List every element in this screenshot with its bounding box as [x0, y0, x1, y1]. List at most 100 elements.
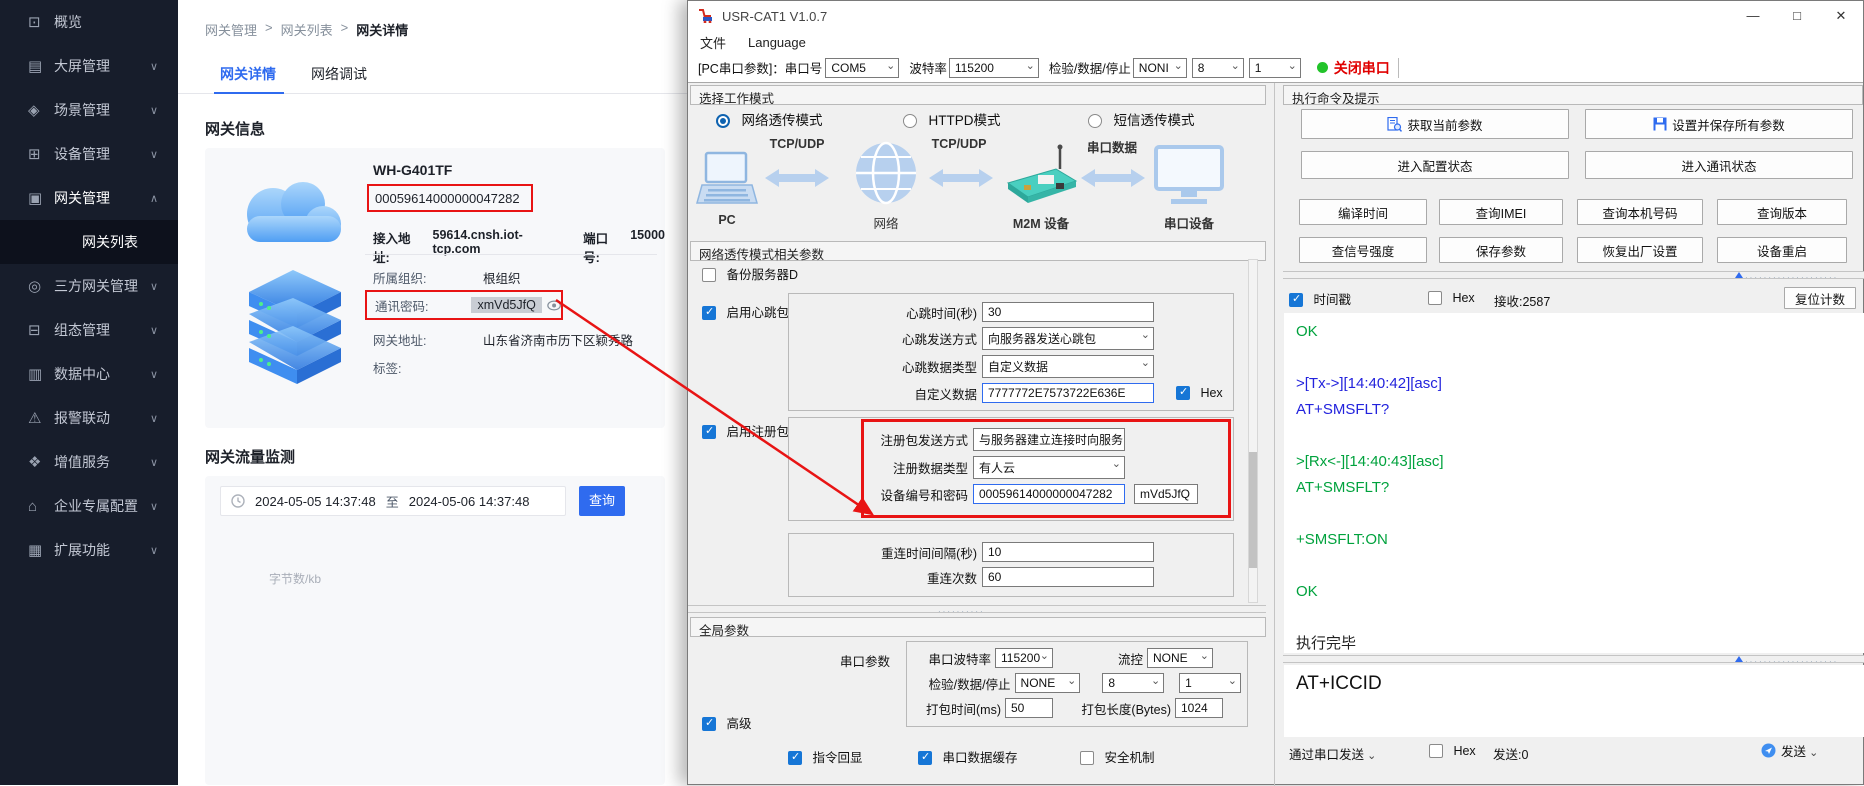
hb-hex-checkbox[interactable]: Hex [1176, 384, 1223, 402]
checkbox-icon[interactable] [1080, 751, 1094, 765]
checkbox-icon[interactable] [1428, 291, 1442, 305]
retry-count-input[interactable]: 60 [982, 567, 1154, 587]
splitter-arrow-icon[interactable] [1735, 656, 1743, 662]
sidebar-item-bigscreen[interactable]: ▤ 大屏管理 ∨ [0, 44, 178, 88]
g-flow-select[interactable]: NONE [1147, 648, 1213, 668]
checkbox-icon[interactable] [918, 751, 932, 765]
query-version-button[interactable]: 查询版本 [1717, 199, 1847, 225]
menu-file[interactable]: 文件 [700, 33, 726, 52]
breadcrumb-item[interactable]: 网关列表 [281, 20, 333, 39]
radio-httpd-mode[interactable]: HTTPD模式 [903, 109, 1000, 130]
stopbits-select[interactable]: 1 [1249, 58, 1301, 78]
checkbox-icon[interactable] [1429, 744, 1443, 758]
databits-select[interactable]: 8 [1192, 58, 1244, 78]
pack-len-input[interactable]: 1024 [1175, 698, 1223, 718]
hb-type-select[interactable]: 自定义数据 [982, 355, 1154, 378]
g-stopbits-select[interactable]: 1 [1179, 673, 1241, 693]
g-parity-select[interactable]: NONE [1015, 673, 1081, 693]
terminal-splitter[interactable]: ···················· [1283, 271, 1864, 279]
radio-sms-mode[interactable]: 短信透传模式 [1088, 109, 1194, 130]
sidebar-item-overview[interactable]: ⊡ 概览 [0, 0, 178, 44]
query-imei-button[interactable]: 查询IMEI [1439, 199, 1563, 225]
eye-icon[interactable] [547, 300, 561, 311]
sidebar-item-enterprise[interactable]: ⌂ 企业专属配置 ∨ [0, 484, 178, 528]
app-titlebar[interactable]: USR-CAT1 V1.0.7 — □ ✕ [688, 1, 1863, 31]
sidebar-item-device[interactable]: ⊞ 设备管理 ∨ [0, 132, 178, 176]
sidebar-item-gateway-list[interactable]: 网关列表 [0, 220, 178, 264]
tab-gateway-detail[interactable]: 网关详情 [220, 64, 276, 84]
terminal-log[interactable]: OK >[Tx->][14:40:42][asc] AT+SMSFLT? >[R… [1284, 313, 1864, 653]
hb-time-input[interactable]: 30 [982, 302, 1154, 322]
checkbox-icon[interactable] [1176, 386, 1190, 400]
params-scrollbar[interactable] [1248, 259, 1258, 603]
checkbox-icon[interactable] [702, 268, 716, 282]
get-params-button[interactable]: 获取当前参数 [1301, 109, 1569, 139]
sidebar-item-scene[interactable]: ◈ 场景管理 ∨ [0, 88, 178, 132]
breadcrumb-item[interactable]: 网关管理 [205, 20, 257, 39]
scrollbar-thumb[interactable] [1249, 452, 1257, 568]
serial-buffer-checkbox[interactable]: 串口数据缓存 [918, 747, 1017, 767]
advanced-checkbox[interactable]: 高级 [702, 713, 751, 733]
date-to[interactable]: 2024-05-06 14:37:48 [409, 494, 530, 509]
echo-checkbox[interactable]: 指令回显 [788, 747, 862, 767]
maximize-button[interactable]: □ [1775, 1, 1819, 31]
timestamp-checkbox[interactable]: 时间戳 [1289, 289, 1351, 309]
baud-select[interactable]: 115200 [949, 58, 1039, 78]
sidebar-item-gateway[interactable]: ▣ 网关管理 ∧ [0, 176, 178, 220]
close-button[interactable]: ✕ [1819, 1, 1863, 31]
reboot-button[interactable]: 设备重启 [1717, 237, 1847, 263]
radio-icon[interactable] [903, 114, 917, 128]
compile-time-button[interactable]: 编译时间 [1299, 199, 1427, 225]
enter-comm-button[interactable]: 进入通讯状态 [1585, 151, 1853, 179]
checkbox-icon[interactable] [702, 306, 716, 320]
g-databits-select[interactable]: 8 [1102, 673, 1164, 693]
date-range-picker[interactable]: 2024-05-05 14:37:48 至 2024-05-06 14:37:4… [220, 486, 566, 516]
reconnect-interval-input[interactable]: 10 [982, 542, 1154, 562]
sidebar-item-valueadded[interactable]: ❖ 增值服务 ∨ [0, 440, 178, 484]
send-via-dropdown[interactable]: 通过串口发送 [1289, 744, 1376, 763]
radio-icon[interactable] [716, 114, 730, 128]
checkbox-icon[interactable] [702, 425, 716, 439]
query-signal-button[interactable]: 查信号强度 [1299, 237, 1427, 263]
menu-language[interactable]: Language [748, 35, 806, 50]
hb-mode-select[interactable]: 向服务器发送心跳包 [982, 327, 1154, 350]
register-enable-checkbox[interactable]: 启用注册包 [702, 421, 789, 441]
radio-net-mode[interactable]: 网络透传模式 [716, 109, 822, 130]
sidebar-item-thirdparty-gateway[interactable]: ◎ 三方网关管理 ∨ [0, 264, 178, 308]
send-button[interactable]: 发送 [1761, 741, 1818, 760]
date-from[interactable]: 2024-05-05 14:37:48 [255, 494, 376, 509]
query-button[interactable]: 查询 [579, 486, 625, 516]
sidebar-item-datacenter[interactable]: ▥ 数据中心 ∨ [0, 352, 178, 396]
sidebar-item-alarm[interactable]: ⚠ 报警联动 ∨ [0, 396, 178, 440]
sidebar-item-extensions[interactable]: ▦ 扩展功能 ∨ [0, 528, 178, 572]
heartbeat-enable-checkbox[interactable]: 启用心跳包 [702, 302, 789, 322]
checkbox-icon[interactable] [702, 717, 716, 731]
radio-icon[interactable] [1088, 114, 1102, 128]
reg-password-input[interactable]: mVd5JfQ [1134, 484, 1198, 504]
g-baud-select[interactable]: 115200 [995, 648, 1053, 668]
pack-time-input[interactable]: 50 [1005, 698, 1053, 718]
factory-reset-button[interactable]: 恢复出厂设置 [1577, 237, 1703, 263]
close-serial-button[interactable]: 关闭串口 [1334, 58, 1390, 78]
set-save-all-button[interactable]: 设置并保存所有参数 [1585, 109, 1853, 139]
backup-server-checkbox[interactable]: 备份服务器D [702, 264, 798, 284]
com-port-select[interactable]: COM5 [825, 58, 899, 78]
enter-config-button[interactable]: 进入配置状态 [1301, 151, 1569, 179]
send-textarea[interactable]: AT+ICCID [1284, 665, 1864, 737]
splitter-arrow-icon[interactable] [1735, 272, 1743, 278]
hb-data-input[interactable]: 7777772E7573722E636E [982, 383, 1154, 403]
horizontal-splitter[interactable]: ·········· [688, 605, 1266, 613]
recv-hex-checkbox[interactable]: Hex [1428, 289, 1475, 307]
checkbox-icon[interactable] [788, 751, 802, 765]
query-number-button[interactable]: 查询本机号码 [1577, 199, 1703, 225]
save-params-button[interactable]: 保存参数 [1439, 237, 1563, 263]
send-hex-checkbox[interactable]: Hex [1429, 742, 1476, 760]
minimize-button[interactable]: — [1731, 1, 1775, 31]
sidebar-item-config-mgmt[interactable]: ⊟ 组态管理 ∨ [0, 308, 178, 352]
reg-mode-select[interactable]: 与服务器建立连接时向服务 [973, 428, 1125, 451]
reg-id-input[interactable]: 00059614000000047282 [973, 484, 1125, 504]
checkbox-icon[interactable] [1289, 293, 1303, 307]
tab-network-debug[interactable]: 网络调试 [311, 64, 367, 84]
parity-select[interactable]: NONI [1133, 58, 1187, 78]
reset-counter-button[interactable]: 复位计数 [1784, 287, 1856, 309]
